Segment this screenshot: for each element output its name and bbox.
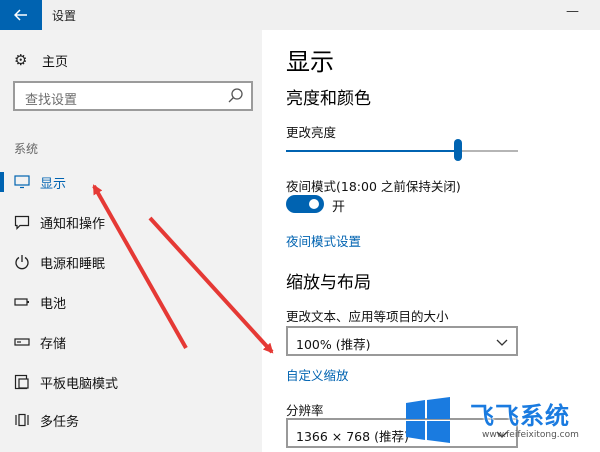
title-bar: 设置 —	[0, 0, 600, 30]
sidebar-item-home[interactable]: ⚙ 主页	[14, 50, 68, 70]
scale-section-title: 缩放与布局	[286, 273, 371, 293]
search-box[interactable]: 查找设置	[13, 81, 253, 111]
brightness-label: 更改亮度	[286, 125, 337, 140]
night-mode-settings-link[interactable]: 夜间模式设置	[286, 231, 361, 250]
sidebar-item-storage[interactable]: 存储	[0, 324, 262, 360]
brightness-slider-fill	[286, 150, 458, 152]
notification-icon	[13, 213, 31, 231]
night-mode-label: 夜间模式(18:00 之前保持关闭)	[286, 179, 461, 194]
night-mode-state: 开	[332, 200, 346, 215]
home-label: 主页	[42, 54, 69, 70]
toggle-knob	[309, 199, 319, 209]
sidebar-item-label: 通知和操作	[40, 216, 106, 232]
scale-dropdown-value: 100% (推荐)	[296, 337, 371, 352]
resolution-label: 分辨率	[286, 403, 324, 418]
monitor-icon	[13, 173, 31, 191]
scale-label: 更改文本、应用等项目的大小	[286, 309, 449, 324]
scale-dropdown[interactable]: 100% (推荐)	[286, 326, 518, 356]
window-title: 设置	[52, 9, 77, 23]
custom-scale-link[interactable]: 自定义缩放	[286, 365, 349, 384]
sidebar-item-display[interactable]: 显示	[0, 164, 262, 200]
tablet-mode-icon	[13, 373, 31, 391]
sidebar-item-tablet-mode[interactable]: 平板电脑模式	[0, 364, 262, 400]
sidebar-item-notifications[interactable]: 通知和操作	[0, 204, 262, 240]
sidebar-item-label: 电源和睡眠	[40, 256, 106, 272]
page-title: 显示	[286, 48, 334, 76]
minimize-icon[interactable]: —	[566, 4, 579, 19]
sidebar-item-label: 显示	[40, 176, 67, 192]
storage-icon	[13, 333, 31, 351]
sidebar-item-label: 多任务	[40, 414, 80, 430]
windows-logo-icon	[406, 397, 450, 443]
gear-icon: ⚙	[14, 51, 28, 69]
main-content: 显示 亮度和颜色 更改亮度 夜间模式(18:00 之前保持关闭) 开 夜间模式设…	[262, 30, 600, 452]
sidebar-item-label: 电池	[40, 296, 67, 312]
night-mode-toggle[interactable]	[286, 195, 324, 213]
sidebar-item-multitasking[interactable]: 多任务	[0, 402, 262, 438]
watermark: 飞飞系统 www.feifeixitong.com	[398, 390, 600, 452]
watermark-url: www.feifeixitong.com	[482, 430, 579, 440]
search-placeholder: 查找设置	[25, 93, 78, 108]
section-label: 系统	[14, 142, 39, 156]
active-indicator	[0, 172, 4, 192]
sidebar-item-label: 存储	[40, 336, 67, 352]
back-button[interactable]	[0, 0, 42, 30]
search-icon[interactable]	[227, 87, 245, 105]
multitask-icon	[13, 411, 31, 429]
watermark-brand: 飞飞系统	[470, 402, 570, 430]
sidebar: ⚙ 主页 查找设置 系统 显示 通知和操作 电源和睡眠 电池 存储 平板电脑模式…	[0, 30, 262, 452]
resolution-dropdown-value: 1366 × 768 (推荐)	[296, 429, 409, 444]
chevron-down-icon	[496, 339, 508, 346]
brightness-slider-thumb[interactable]	[453, 139, 462, 161]
battery-icon	[13, 293, 31, 311]
brightness-slider[interactable]	[286, 150, 518, 152]
power-icon	[13, 253, 31, 271]
sidebar-item-power[interactable]: 电源和睡眠	[0, 244, 262, 280]
sidebar-item-battery[interactable]: 电池	[0, 284, 262, 320]
back-arrow-icon	[14, 9, 27, 21]
brightness-section-title: 亮度和颜色	[286, 89, 371, 109]
sidebar-item-label: 平板电脑模式	[40, 376, 119, 392]
